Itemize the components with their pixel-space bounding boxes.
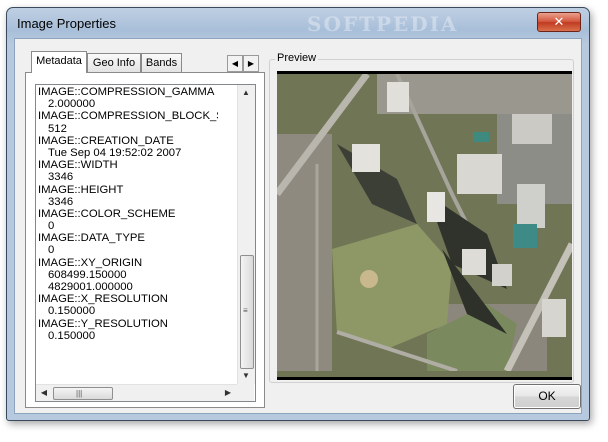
preview-label: Preview (275, 52, 319, 64)
list-item[interactable]: Tue Sep 04 19:52:02 2007 (38, 147, 218, 159)
horizontal-scroll-thumb[interactable]: ||| (53, 387, 113, 400)
list-item[interactable]: IMAGE::HEIGHT (38, 184, 218, 196)
metadata-lines: IMAGE::COMPRESSION_GAMMA 2.000000 IMAGE:… (38, 86, 218, 342)
tab-scroll-right-button[interactable]: ▶ (243, 55, 259, 72)
scroll-down-button[interactable]: ▼ (238, 368, 254, 384)
arrow-right-icon: ▶ (247, 59, 255, 68)
scroll-right-button[interactable]: ▶ (220, 385, 236, 401)
arrow-left-icon: ◀ (40, 388, 48, 397)
preview-image (277, 71, 572, 380)
list-item[interactable]: IMAGE::CREATION_DATE (38, 135, 218, 147)
list-item[interactable]: 4829001.000000 (38, 281, 218, 293)
list-item[interactable]: IMAGE::Y_RESOLUTION (38, 318, 218, 330)
close-icon: ✕ (553, 14, 565, 29)
scrollbar-corner (237, 384, 254, 401)
scroll-up-button[interactable]: ▲ (238, 85, 254, 101)
tab-scroll-left-button[interactable]: ◀ (227, 55, 243, 72)
title-bar[interactable]: Image Properties SOFTPEDIA ✕ (7, 8, 589, 38)
aerial-photo (277, 74, 572, 373)
arrow-right-icon: ▶ (224, 388, 232, 397)
grip-icon: ≡ (243, 306, 248, 315)
close-button[interactable]: ✕ (537, 12, 581, 32)
list-item[interactable]: 2.000000 (38, 98, 218, 110)
list-item[interactable]: 0.150000 (38, 330, 218, 342)
tab-metadata[interactable]: Metadata (31, 51, 87, 73)
list-item[interactable]: 3346 (38, 196, 218, 208)
softpedia-watermark: SOFTPEDIA (307, 12, 459, 36)
vertical-scroll-thumb[interactable]: ≡ (240, 255, 254, 369)
arrow-left-icon: ◀ (231, 59, 239, 68)
arrow-down-icon: ▼ (242, 371, 250, 380)
metadata-list[interactable]: IMAGE::COMPRESSION_GAMMA 2.000000 IMAGE:… (35, 84, 256, 402)
list-item[interactable]: 0 (38, 244, 218, 256)
list-item[interactable]: IMAGE::COMPRESSION_GAMMA (38, 86, 218, 98)
list-item[interactable]: IMAGE::XY_ORIGIN (38, 257, 218, 269)
tab-geo-info[interactable]: Geo Info (87, 53, 141, 72)
arrow-up-icon: ▲ (242, 88, 250, 97)
scroll-left-button[interactable]: ◀ (36, 385, 52, 401)
ok-button[interactable]: OK (513, 384, 581, 409)
list-item[interactable]: 0 (38, 220, 218, 232)
dialog-client-area: Metadata Geo Info Bands ◀ ▶ IMAGE::COMPR… (14, 38, 582, 414)
list-item[interactable]: 3346 (38, 171, 218, 183)
image-properties-window: Image Properties SOFTPEDIA ✕ Metadata Ge… (6, 7, 590, 421)
list-item[interactable]: 608499.150000 (38, 269, 218, 281)
list-item[interactable]: IMAGE::COLOR_SCHEME (38, 208, 218, 220)
vertical-scrollbar[interactable]: ▲ ≡ ▼ (237, 85, 255, 384)
tab-bands[interactable]: Bands (141, 53, 182, 72)
list-item[interactable]: IMAGE::WIDTH (38, 159, 218, 171)
list-item[interactable]: IMAGE::COMPRESSION_BLOCK_SIZE (38, 110, 218, 122)
list-item[interactable]: 0.150000 (38, 305, 218, 317)
grip-icon: ||| (76, 389, 83, 398)
window-title: Image Properties (17, 16, 116, 31)
list-item[interactable]: IMAGE::X_RESOLUTION (38, 293, 218, 305)
horizontal-scrollbar[interactable]: ◀ ||| ▶ (36, 384, 237, 401)
list-item[interactable]: 512 (38, 123, 218, 135)
list-item[interactable]: IMAGE::DATA_TYPE (38, 232, 218, 244)
